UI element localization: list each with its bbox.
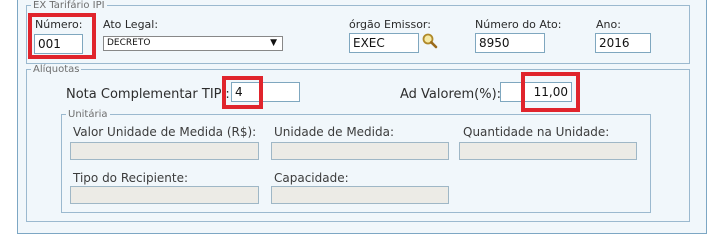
- ex-tarifario-fieldset: EX Tarifário IPI: [26, 0, 690, 64]
- quantidade-unidade-input[interactable]: [459, 142, 637, 160]
- capacidade-input[interactable]: [271, 186, 449, 204]
- nota-complementar-label: Nota Complementar TIPI:: [66, 87, 230, 102]
- magnifier-icon[interactable]: [421, 32, 439, 50]
- ato-legal-value: DECRETO: [107, 38, 151, 48]
- tipo-recipiente-label: Tipo do Recipiente:: [73, 171, 189, 185]
- valor-unidade-input[interactable]: [70, 142, 259, 160]
- ano-input[interactable]: 2016: [595, 33, 651, 53]
- ano-label: Ano:: [596, 18, 621, 31]
- chevron-down-icon: ▼: [270, 38, 277, 48]
- unidade-medida-label: Unidade de Medida:: [274, 125, 395, 139]
- numero-highlight-box: [28, 13, 96, 59]
- capacidade-label: Capacidade:: [274, 171, 349, 185]
- orgao-emissor-label: órgão Emissor:: [349, 18, 431, 31]
- ato-legal-label: Ato Legal:: [103, 18, 159, 31]
- unitaria-legend: Unitária: [68, 109, 108, 120]
- quantidade-unidade-label: Quantidade na Unidade:: [463, 125, 610, 139]
- ad-valorem-highlight-box: [521, 72, 580, 112]
- aliquotas-legend: Alíquotas: [33, 64, 80, 75]
- orgao-emissor-input[interactable]: EXEC: [349, 33, 419, 53]
- nota-complementar-highlight-box: [222, 76, 263, 109]
- numero-ato-label: Número do Ato:: [475, 18, 562, 31]
- valor-unidade-label: Valor Unidade de Medida (R$):: [73, 125, 257, 139]
- ad-valorem-label: Ad Valorem(%):: [400, 87, 502, 102]
- unidade-medida-input[interactable]: [271, 142, 449, 160]
- tipo-recipiente-input[interactable]: [70, 186, 259, 204]
- ex-tarifario-legend: EX Tarifário IPI: [33, 0, 105, 11]
- numero-ato-input[interactable]: 8950: [475, 33, 545, 53]
- ato-legal-select[interactable]: DECRETO ▼: [103, 36, 283, 51]
